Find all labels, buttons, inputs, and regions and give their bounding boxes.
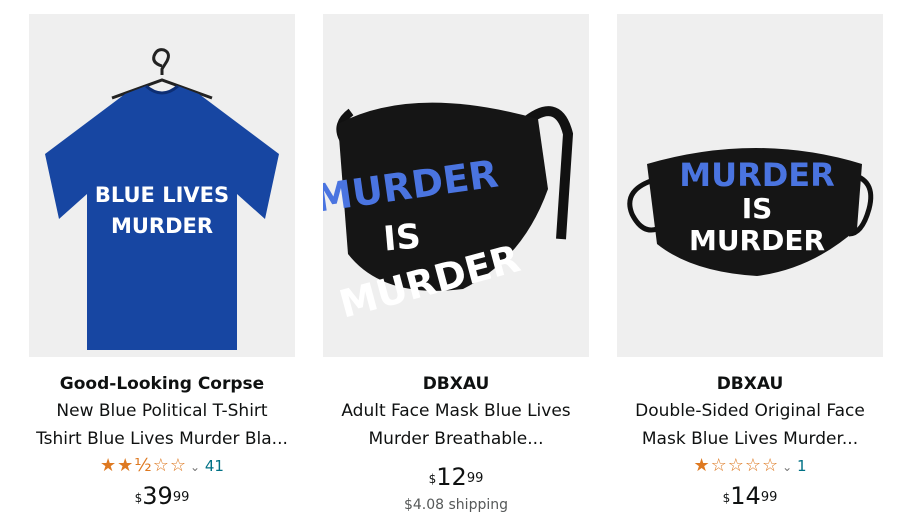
- mask-print-line: IS: [742, 192, 773, 225]
- title-line: Mask Blue Lives Murder...: [641, 429, 859, 449]
- product-card: BLUE LIVES MURDER Good-Looking Corpse Ne…: [29, 14, 295, 508]
- price-cents: 99: [172, 490, 190, 505]
- product-title-link[interactable]: New Blue Political T-Shirt Tshirt Blue L…: [29, 397, 295, 453]
- price-dollars: 12: [436, 463, 467, 491]
- star-rating-icon[interactable]: ★☆☆☆☆: [693, 455, 779, 476]
- brand-name: DBXAU: [716, 374, 784, 394]
- product-image[interactable]: MURDER IS MURDER: [323, 14, 589, 357]
- shirt-print-line: MURDER: [111, 214, 213, 238]
- title-line: Double-Sided Original Face: [635, 401, 865, 421]
- mask-print-line: MURDER: [689, 224, 825, 257]
- mask-print-line: MURDER: [679, 156, 835, 194]
- chevron-down-icon[interactable]: ⌄: [782, 460, 792, 474]
- rating-count-link[interactable]: 41: [205, 457, 224, 475]
- chevron-down-icon[interactable]: ⌄: [190, 460, 200, 474]
- rating-count-link[interactable]: 1: [797, 457, 807, 475]
- product-card: MURDER IS MURDER DBXAU Double-Sided Orig…: [617, 14, 883, 508]
- rating-row: ★★½☆☆ ⌄ 41: [29, 455, 295, 478]
- product-card: MURDER IS MURDER DBXAU Adult Face Mask B…: [323, 14, 589, 513]
- title-line: Murder Breathable...: [368, 429, 544, 449]
- currency-symbol: $: [722, 491, 731, 505]
- face-mask-image: MURDER IS MURDER: [323, 102, 574, 327]
- tshirt-image: BLUE LIVES MURDER: [45, 48, 279, 350]
- brand-name: Good-Looking Corpse: [59, 374, 265, 394]
- price-dollars: 39: [142, 482, 173, 510]
- title-line: Tshirt Blue Lives Murder Bla...: [36, 429, 288, 449]
- product-image[interactable]: MURDER IS MURDER: [617, 14, 883, 357]
- star-rating-icon[interactable]: ★★½☆☆: [100, 455, 187, 476]
- product-title-link[interactable]: Adult Face Mask Blue Lives Murder Breath…: [323, 397, 589, 453]
- price: $3999: [29, 484, 295, 508]
- price-dollars: 14: [730, 482, 761, 510]
- price: $1299: [323, 465, 589, 489]
- face-mask-image: MURDER IS MURDER: [627, 148, 874, 276]
- brand-name: DBXAU: [422, 374, 490, 394]
- currency-symbol: $: [428, 472, 437, 486]
- currency-symbol: $: [134, 491, 143, 505]
- shirt-print-line: BLUE LIVES: [95, 183, 229, 207]
- price-cents: 99: [760, 490, 778, 505]
- rating-row: ★☆☆☆☆ ⌄ 1: [617, 455, 883, 478]
- title-line: Adult Face Mask Blue Lives: [341, 401, 571, 421]
- product-title-link[interactable]: Double-Sided Original Face Mask Blue Liv…: [617, 397, 883, 453]
- price-cents: 99: [466, 471, 484, 486]
- title-line: New Blue Political T-Shirt: [56, 401, 268, 421]
- price: $1499: [617, 484, 883, 508]
- product-image[interactable]: BLUE LIVES MURDER: [29, 14, 295, 357]
- mask-print-line: IS: [382, 216, 422, 259]
